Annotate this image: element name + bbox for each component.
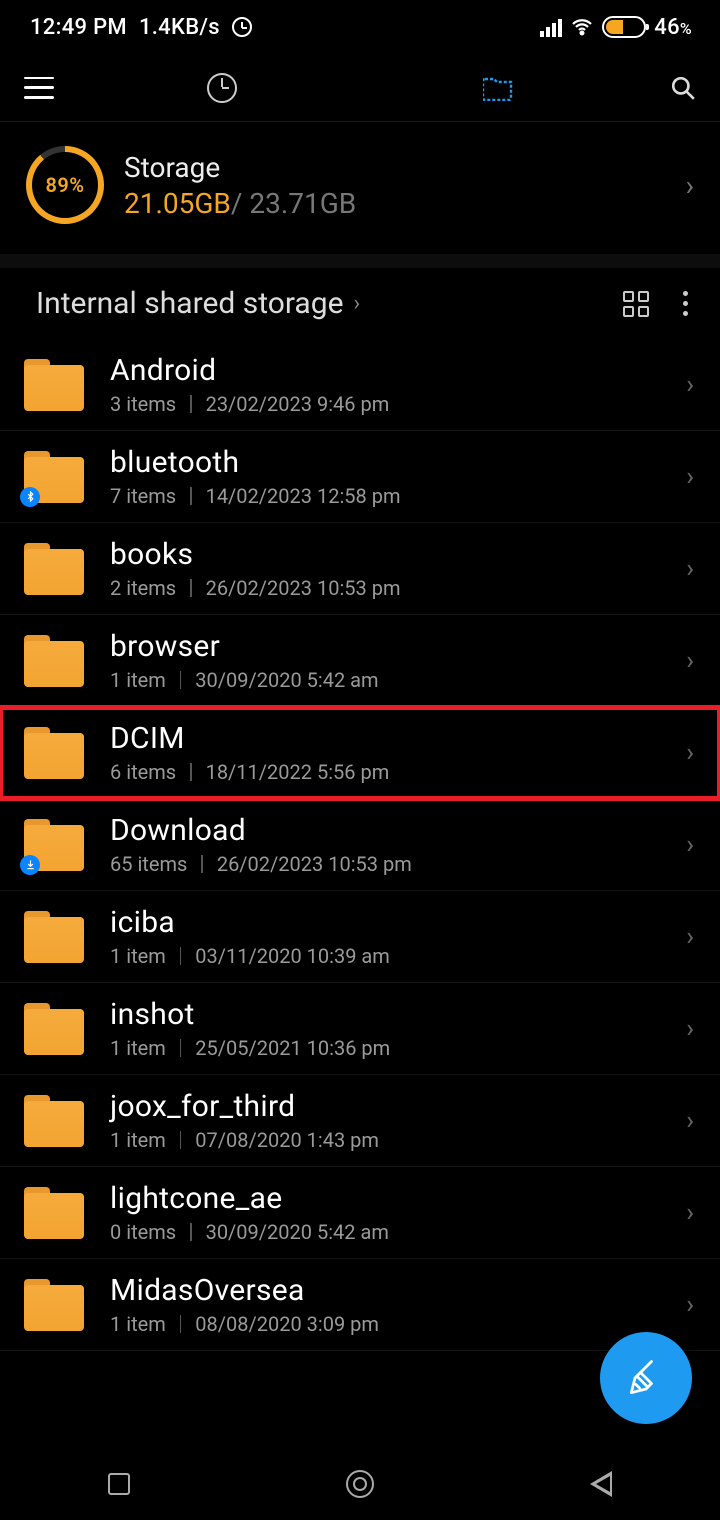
folder-name: Download xyxy=(110,813,676,848)
folder-icon xyxy=(24,819,84,871)
chevron-right-icon: › xyxy=(686,370,694,400)
storage-numbers: 21.05GB/ 23.71GB xyxy=(124,187,666,220)
menu-button[interactable] xyxy=(24,77,54,99)
broom-icon xyxy=(624,1356,668,1400)
chevron-right-icon: › xyxy=(686,646,694,676)
chevron-right-icon: › xyxy=(686,1106,694,1136)
folder-row[interactable]: books 2 items26/02/2023 10:53 pm › xyxy=(0,523,720,615)
status-bar: 12:49 PM 1.4KB/s 46% xyxy=(0,0,720,54)
folder-list: Android3 items23/02/2023 9:46 pm›bluetoo… xyxy=(0,339,720,1351)
wifi-icon xyxy=(570,15,594,39)
folder-icon xyxy=(24,1003,84,1055)
folder-row[interactable]: MidasOversea 1 item08/08/2020 3:09 pm › xyxy=(0,1259,720,1351)
system-nav-bar xyxy=(0,1448,720,1520)
status-net-speed: 1.4KB/s xyxy=(139,15,220,40)
folder-row[interactable]: bluetooth 7 items14/02/2023 12:58 pm › xyxy=(0,431,720,523)
chevron-right-icon: › xyxy=(686,554,694,584)
folder-meta: 0 items30/09/2020 5:42 am xyxy=(110,1220,676,1244)
battery-icon xyxy=(602,16,646,38)
tab-files[interactable] xyxy=(483,75,513,101)
chevron-right-icon: › xyxy=(686,738,694,768)
folder-name: joox_for_third xyxy=(110,1089,676,1124)
storage-label: Storage xyxy=(124,151,666,184)
folder-icon xyxy=(24,1279,84,1331)
folder-meta: 6 items18/11/2022 5:56 pm xyxy=(110,760,676,784)
folder-icon xyxy=(24,635,84,687)
folder-name: inshot xyxy=(110,997,676,1032)
folder-meta: 2 items26/02/2023 10:53 pm xyxy=(110,576,676,600)
folder-meta: 1 item25/05/2021 10:36 pm xyxy=(110,1036,676,1060)
folder-row[interactable]: joox_for_third 1 item07/08/2020 1:43 pm › xyxy=(0,1075,720,1167)
folder-row[interactable]: lightcone_ae 0 items30/09/2020 5:42 am › xyxy=(0,1167,720,1259)
view-grid-button[interactable] xyxy=(623,291,649,317)
folder-icon xyxy=(24,911,84,963)
folder-icon xyxy=(24,1095,84,1147)
chevron-right-icon: › xyxy=(686,830,694,860)
nav-recents-button[interactable] xyxy=(108,1473,130,1495)
chevron-right-icon: › xyxy=(354,291,361,316)
folder-meta: 65 items26/02/2023 10:53 pm xyxy=(110,852,676,876)
folder-name: browser xyxy=(110,629,676,664)
folder-icon xyxy=(24,359,84,411)
clean-fab[interactable] xyxy=(600,1332,692,1424)
folder-row[interactable]: DCIM 6 items18/11/2022 5:56 pm › xyxy=(0,707,720,799)
folder-icon xyxy=(24,451,84,503)
folder-name: lightcone_ae xyxy=(110,1181,676,1216)
folder-icon xyxy=(24,543,84,595)
folder-meta: 1 item08/08/2020 3:09 pm xyxy=(110,1312,676,1336)
chevron-right-icon: › xyxy=(686,462,694,492)
folder-name: iciba xyxy=(110,905,676,940)
folder-row[interactable]: Download 65 items26/02/2023 10:53 pm › xyxy=(0,799,720,891)
folder-name: DCIM xyxy=(110,721,676,756)
section-divider xyxy=(0,254,720,268)
folder-name: MidasOversea xyxy=(110,1273,676,1308)
alarm-icon xyxy=(232,17,252,37)
breadcrumb-row: Internal shared storage› xyxy=(0,268,720,339)
search-button[interactable] xyxy=(670,75,696,101)
folder-icon xyxy=(24,727,84,779)
nav-back-button[interactable] xyxy=(590,1471,612,1497)
folder-row[interactable]: Android 3 items23/02/2023 9:46 pm › xyxy=(0,339,720,431)
more-options-button[interactable] xyxy=(683,291,694,316)
folder-name: Android xyxy=(110,353,676,388)
folder-row[interactable]: inshot 1 item25/05/2021 10:36 pm › xyxy=(0,983,720,1075)
chevron-right-icon: › xyxy=(686,1014,694,1044)
folder-name: books xyxy=(110,537,676,572)
storage-ring: 89% xyxy=(26,146,104,224)
breadcrumb[interactable]: Internal shared storage› xyxy=(36,286,360,321)
folder-meta: 7 items14/02/2023 12:58 pm xyxy=(110,484,676,508)
tab-recent[interactable] xyxy=(207,73,237,103)
folder-row[interactable]: iciba 1 item03/11/2020 10:39 am › xyxy=(0,891,720,983)
status-time: 12:49 PM xyxy=(30,15,127,40)
chevron-right-icon: › xyxy=(686,1290,694,1320)
storage-card[interactable]: 89% Storage 21.05GB/ 23.71GB › xyxy=(0,122,720,254)
nav-home-button[interactable] xyxy=(346,1470,374,1498)
folder-meta: 3 items23/02/2023 9:46 pm xyxy=(110,392,676,416)
top-tab-bar xyxy=(0,54,720,122)
bluetooth-badge-icon xyxy=(20,487,40,507)
chevron-right-icon: › xyxy=(686,922,694,952)
chevron-right-icon: › xyxy=(686,1198,694,1228)
folder-name: bluetooth xyxy=(110,445,676,480)
folder-meta: 1 item30/09/2020 5:42 am xyxy=(110,668,676,692)
download-badge-icon xyxy=(20,855,40,875)
folder-row[interactable]: browser 1 item30/09/2020 5:42 am › xyxy=(0,615,720,707)
folder-icon xyxy=(24,1187,84,1239)
chevron-right-icon: › xyxy=(686,169,694,202)
battery-percent: 46% xyxy=(654,15,692,40)
folder-meta: 1 item03/11/2020 10:39 am xyxy=(110,944,676,968)
signal-icon xyxy=(540,17,562,37)
folder-meta: 1 item07/08/2020 1:43 pm xyxy=(110,1128,676,1152)
